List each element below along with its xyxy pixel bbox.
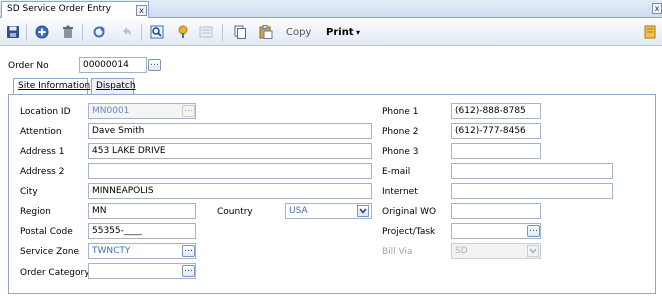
document-tab-title: SD Service Order Entry [7,4,112,14]
service-zone-field[interactable]: TWNCTY [88,243,196,259]
toolbar-separator [222,24,223,41]
city-label: City [20,187,38,197]
address1-field[interactable]: 453 LAKE DRIVE [88,143,372,159]
order-no-field[interactable]: 00000014 [79,57,147,73]
original-wo-label: Original WO [382,207,437,217]
postal-code-field[interactable]: 55355-____ [88,223,196,239]
copy-icon[interactable] [233,25,247,39]
city-field[interactable]: MINNEAPOLIS [88,183,372,199]
chevron-down-icon [359,208,367,214]
order-category-field[interactable] [88,263,196,279]
copy-button[interactable]: Copy [286,27,311,38]
zoom-icon[interactable] [150,25,164,39]
service-zone-label: Service Zone [20,247,80,257]
chevron-down-icon [529,248,537,254]
region-label: Region [20,207,51,217]
service-zone-lookup-button[interactable]: … [182,245,195,257]
phone2-field[interactable]: (612)-777-8456 [451,123,541,139]
country-label: Country [217,207,253,217]
print-dropdown-icon[interactable]: ▾ [356,28,360,37]
toolbar-separator [82,24,83,41]
location-id-lookup-button[interactable]: … [182,105,195,117]
postal-code-label: Postal Code [20,227,73,237]
close-tab-icon[interactable]: x [136,5,147,16]
pin-icon[interactable] [176,25,190,39]
location-id-field[interactable]: MN0001 [88,103,196,119]
phone1-label: Phone 1 [382,107,419,117]
location-id-label: Location ID [20,107,71,117]
document-tab[interactable]: SD Service Order Entry x [1,1,149,18]
toolbar-separator [141,24,142,41]
toolbar-separator [26,24,27,41]
address2-label: Address 2 [20,167,65,177]
address2-field[interactable] [88,163,372,179]
internet-label: Internet [382,187,418,197]
region-field[interactable]: MN [88,203,196,219]
bill-via-dropdown-icon [527,245,539,257]
delete-icon[interactable] [61,25,75,39]
print-button[interactable]: Print [326,27,354,38]
bill-via-label: Bill Via [382,247,413,257]
attention-label: Attention [20,127,62,137]
order-category-label: Order Category [20,268,90,278]
project-task-lookup-button[interactable]: … [527,225,540,237]
order-no-lookup-button[interactable]: … [148,59,161,71]
email-field[interactable] [451,163,613,179]
address1-label: Address 1 [20,147,65,157]
toolbar: Copy Print ▾ [0,19,662,46]
close-window-icon[interactable]: x [652,3,662,14]
paste-icon[interactable] [259,25,273,39]
project-task-label: Project/Task [382,227,436,237]
notebook-icon[interactable] [643,25,657,39]
attention-field[interactable]: Dave Smith [88,123,372,139]
refresh-icon[interactable] [92,25,106,39]
add-icon[interactable] [35,25,49,39]
email-label: E-mail [382,167,411,177]
document-tab-bar: SD Service Order Entry x x [0,0,662,18]
save-icon[interactable] [6,25,20,39]
note-icon[interactable] [199,25,213,39]
order-category-lookup-button[interactable]: … [182,265,195,277]
phone1-field[interactable]: (612)-888-8785 [451,103,541,119]
phone3-label: Phone 3 [382,147,419,157]
phone2-label: Phone 2 [382,127,419,137]
tab-site-information[interactable]: Site Information [13,78,90,95]
phone3-field[interactable] [451,143,541,159]
order-no-label: Order No [8,61,49,71]
undo-icon[interactable] [119,25,133,39]
internet-field[interactable] [451,183,613,199]
original-wo-field[interactable] [451,203,541,219]
country-dropdown-icon[interactable] [357,205,369,217]
tab-dispatch[interactable]: Dispatch [91,78,136,94]
